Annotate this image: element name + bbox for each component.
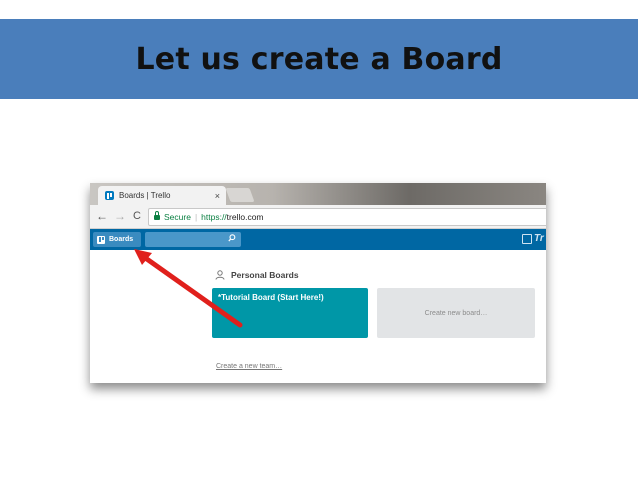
browser-tab-bar: Boards | Trello × bbox=[90, 183, 546, 205]
secure-label: Secure bbox=[164, 212, 191, 222]
trello-logo-icon bbox=[522, 233, 532, 244]
url-host: trello.com bbox=[226, 212, 264, 222]
slide-title-banner: Let us create a Board bbox=[0, 19, 638, 99]
lock-icon bbox=[154, 210, 160, 220]
browser-tab-boards[interactable]: Boards | Trello × bbox=[98, 186, 226, 205]
url-field[interactable]: Secure | https:// trello.com bbox=[148, 208, 546, 226]
boards-icon bbox=[97, 235, 105, 244]
boards-button[interactable]: Boards bbox=[93, 232, 141, 247]
tab-title: Boards | Trello bbox=[119, 191, 171, 200]
person-icon bbox=[215, 270, 225, 280]
reload-icon[interactable]: C bbox=[133, 210, 141, 222]
tutorial-board-title: *Tutorial Board (Start Here!) bbox=[218, 293, 324, 302]
personal-boards-heading: Personal Boards bbox=[215, 270, 299, 280]
slide-title: Let us create a Board bbox=[135, 41, 503, 77]
back-arrow-icon[interactable]: ← bbox=[96, 209, 108, 223]
trello-header: Boards Tr bbox=[90, 229, 546, 250]
create-new-board-tile[interactable]: Create new board… bbox=[377, 288, 535, 338]
browser-screenshot: Boards | Trello × ← → C Secure | https:/… bbox=[90, 183, 546, 383]
trello-favicon-icon bbox=[105, 191, 114, 200]
trello-logo[interactable]: Tr bbox=[522, 233, 544, 244]
address-bar: ← → C Secure | https:// trello.com bbox=[90, 205, 546, 229]
forward-arrow-icon[interactable]: → bbox=[114, 209, 126, 223]
create-team-link[interactable]: Create a new team… bbox=[216, 363, 282, 370]
personal-boards-label: Personal Boards bbox=[231, 270, 299, 280]
search-icon[interactable] bbox=[228, 234, 236, 242]
new-tab-button[interactable] bbox=[225, 188, 255, 202]
url-separator: | bbox=[194, 212, 198, 222]
search-input[interactable] bbox=[145, 232, 241, 247]
tab-close-icon[interactable]: × bbox=[215, 191, 220, 201]
tutorial-board-tile[interactable]: *Tutorial Board (Start Here!) bbox=[212, 288, 368, 338]
trello-logo-text: Tr bbox=[534, 233, 544, 244]
arrow-head bbox=[134, 249, 152, 265]
boards-button-label: Boards bbox=[109, 236, 134, 243]
url-scheme: https:// bbox=[201, 212, 227, 222]
create-new-board-label: Create new board… bbox=[424, 309, 488, 317]
